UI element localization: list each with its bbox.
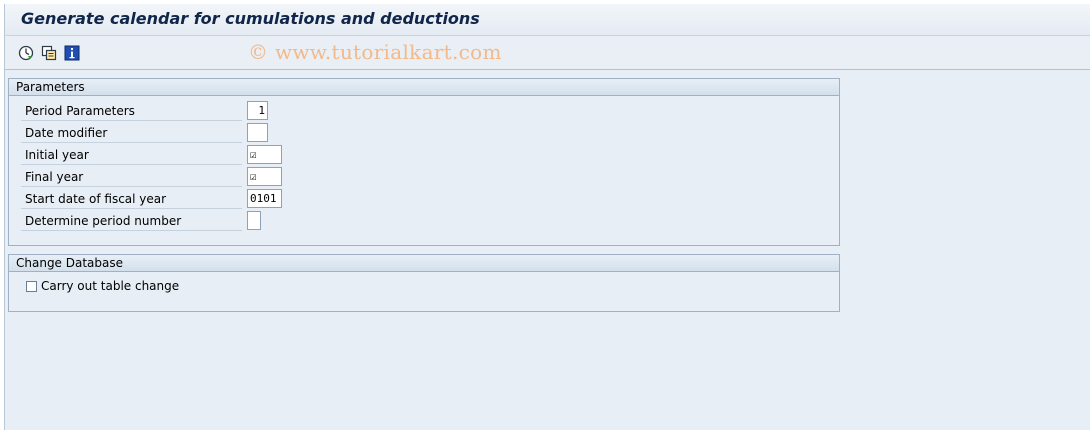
initial-year-input[interactable]: ☑ (247, 145, 282, 164)
selection-screen: Parameters Period Parameters 1 Date modi… (5, 70, 1090, 430)
date-modifier-row: Date modifier (21, 122, 421, 143)
final-year-label: Final year (21, 166, 242, 187)
period-parameters-label: Period Parameters (21, 100, 242, 121)
page-title: Generate calendar for cumulations and de… (21, 9, 480, 28)
title-bar: Generate calendar for cumulations and de… (5, 4, 1090, 36)
carry-out-change-option[interactable]: Carry out table change (23, 279, 323, 295)
execute-button[interactable] (17, 44, 34, 61)
period-parameters-row: Period Parameters 1 (21, 100, 421, 121)
fiscal-year-start-label: Start date of fiscal year (21, 188, 242, 209)
date-modifier-input[interactable] (247, 123, 268, 142)
initial-year-label: Initial year (21, 144, 242, 165)
info-icon (64, 45, 79, 60)
fiscal-year-start-row: Start date of fiscal year 0101 (21, 188, 421, 209)
date-modifier-label: Date modifier (21, 122, 242, 143)
carry-out-change-checkbox[interactable] (26, 281, 37, 292)
period-number-row: Determine period number (21, 210, 421, 231)
execute-icon (18, 45, 33, 60)
change-database-group-title: Change Database (9, 255, 839, 272)
watermark-text: © www.tutorialkart.com (248, 40, 502, 64)
final-year-row: Final year ☑ (21, 166, 421, 187)
final-year-input[interactable]: ☑ (247, 167, 282, 186)
variant-icon (41, 45, 56, 60)
parameters-group-title: Parameters (9, 79, 839, 96)
initial-year-row: Initial year ☑ (21, 144, 421, 165)
get-variant-button[interactable] (40, 44, 57, 61)
fiscal-year-start-input[interactable]: 0101 (247, 189, 282, 208)
documentation-button[interactable] (63, 44, 80, 61)
parameters-group: Parameters Period Parameters 1 Date modi… (8, 78, 840, 246)
sap-window: Generate calendar for cumulations and de… (4, 4, 1090, 430)
period-parameters-input[interactable]: 1 (247, 101, 268, 120)
change-database-group: Change Database Carry out table change (8, 254, 840, 312)
period-number-label: Determine period number (21, 210, 242, 231)
application-toolbar: © www.tutorialkart.com (5, 36, 1090, 70)
period-number-input[interactable] (247, 211, 261, 230)
carry-out-change-label: Carry out table change (41, 279, 180, 293)
